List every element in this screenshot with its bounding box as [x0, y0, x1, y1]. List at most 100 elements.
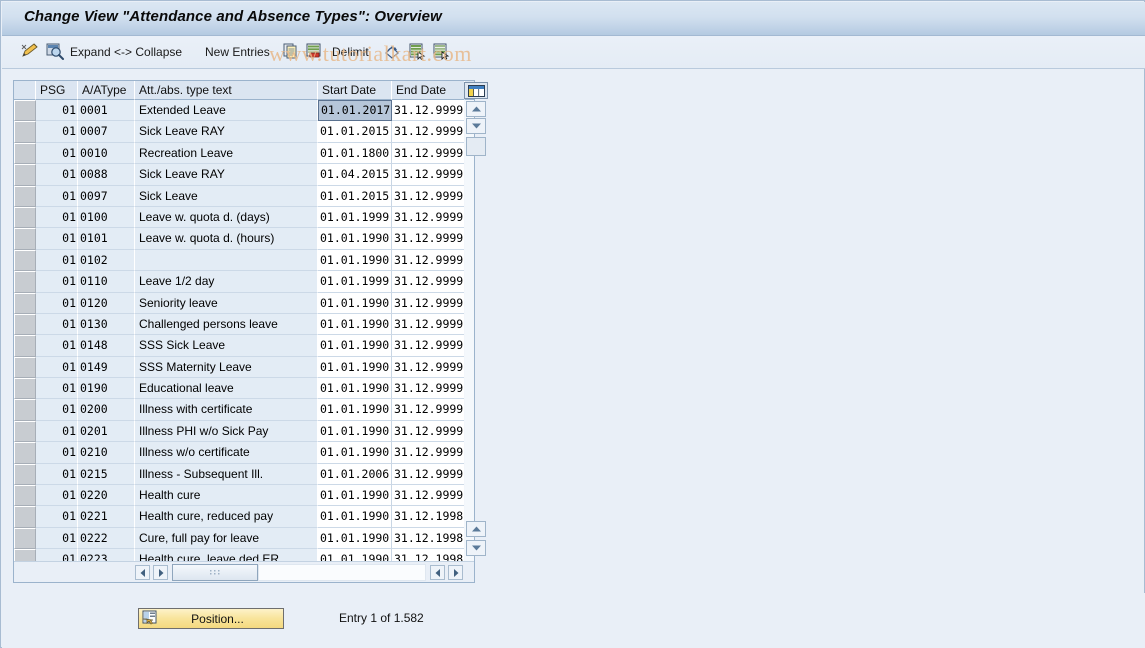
- cell-type-text[interactable]: Cure, full pay for leave: [135, 527, 318, 550]
- cell-start-date[interactable]: 01.01.2017: [318, 100, 392, 122]
- row-select-button[interactable]: [14, 206, 36, 229]
- cell-start-date[interactable]: 01.01.1990: [318, 399, 392, 421]
- cell-start-date[interactable]: 01.01.1800: [318, 142, 392, 165]
- column-header-psg[interactable]: PSG: [36, 81, 78, 100]
- table-row[interactable]: 01 0100 Leave w. quota d. (days) 01.01.1999…: [14, 206, 464, 229]
- cell-type-text[interactable]: Leave w. quota d. (days): [135, 206, 318, 229]
- cell-end-date[interactable]: 31.12.9999: [392, 378, 464, 400]
- table-row[interactable]: 01 0148 SSS Sick Leave 01.01.1990 31.12.9999: [14, 335, 464, 357]
- cell-type-text[interactable]: Extended Leave: [135, 100, 318, 122]
- cell-start-date[interactable]: 01.01.1990: [318, 249, 392, 272]
- cell-end-date[interactable]: 31.12.9999: [392, 313, 464, 336]
- cell-aatype[interactable]: 0120: [78, 292, 135, 314]
- cell-aatype[interactable]: 0220: [78, 485, 135, 507]
- cell-psg[interactable]: 01: [36, 399, 78, 421]
- cell-aatype[interactable]: 0007: [78, 121, 135, 143]
- cell-end-date[interactable]: 31.12.9999: [392, 249, 464, 272]
- cell-end-date[interactable]: 31.12.9999: [392, 206, 464, 229]
- cell-aatype[interactable]: 0200: [78, 399, 135, 421]
- deselect-all-button[interactable]: [432, 41, 450, 63]
- cell-aatype[interactable]: 0130: [78, 313, 135, 336]
- cell-start-date[interactable]: 01.01.1990: [318, 506, 392, 528]
- cell-type-text[interactable]: Recreation Leave: [135, 142, 318, 165]
- scroll-up-button[interactable]: [466, 101, 486, 117]
- cell-end-date[interactable]: 31.12.9999: [392, 335, 464, 357]
- cell-end-date[interactable]: 31.12.9999: [392, 164, 464, 186]
- cell-end-date[interactable]: 31.12.1998: [392, 527, 464, 550]
- row-select-button[interactable]: [14, 185, 36, 207]
- cell-psg[interactable]: 01: [36, 356, 78, 379]
- table-row[interactable]: 01 0201 Illness PHI w/o Sick Pay 01.01.1990…: [14, 420, 464, 443]
- table-row[interactable]: 01 0221 Health cure, reduced pay 01.01.1990…: [14, 506, 464, 528]
- cell-start-date[interactable]: 01.01.1999: [318, 271, 392, 293]
- cell-end-date[interactable]: 31.12.9999: [392, 228, 464, 250]
- cell-type-text[interactable]: SSS Maternity Leave: [135, 356, 318, 379]
- row-select-button[interactable]: [14, 100, 36, 122]
- cell-aatype[interactable]: 0148: [78, 335, 135, 357]
- cell-start-date[interactable]: 01.01.1990: [318, 485, 392, 507]
- select-all-button[interactable]: [408, 41, 426, 63]
- scroll-down-button[interactable]: [466, 118, 486, 134]
- cell-aatype[interactable]: 0215: [78, 463, 135, 486]
- cell-type-text[interactable]: Health cure, reduced pay: [135, 506, 318, 528]
- cell-aatype[interactable]: 0190: [78, 378, 135, 400]
- scroll-page-down-button[interactable]: [466, 540, 486, 556]
- cell-end-date[interactable]: 31.12.9999: [392, 485, 464, 507]
- copy-as-button[interactable]: [282, 41, 300, 63]
- cell-aatype[interactable]: 0102: [78, 249, 135, 272]
- cell-type-text[interactable]: Sick Leave: [135, 185, 318, 207]
- cell-psg[interactable]: 01: [36, 335, 78, 357]
- cell-psg[interactable]: 01: [36, 378, 78, 400]
- cell-start-date[interactable]: 01.01.1999: [318, 206, 392, 229]
- table-row[interactable]: 01 0190 Educational leave 01.01.1990 31.12.9…: [14, 378, 464, 400]
- row-select-button[interactable]: [14, 399, 36, 421]
- cell-type-text[interactable]: SSS Sick Leave: [135, 335, 318, 357]
- row-select-button[interactable]: [14, 442, 36, 464]
- cell-aatype[interactable]: 0210: [78, 442, 135, 464]
- cell-end-date[interactable]: 31.12.9999: [392, 121, 464, 143]
- cell-aatype[interactable]: 0100: [78, 206, 135, 229]
- cell-start-date[interactable]: 01.01.2015: [318, 121, 392, 143]
- cell-psg[interactable]: 01: [36, 271, 78, 293]
- cell-start-date[interactable]: 01.04.2015: [318, 164, 392, 186]
- cell-type-text[interactable]: [135, 249, 318, 272]
- cell-psg[interactable]: 01: [36, 228, 78, 250]
- cell-type-text[interactable]: Seniority leave: [135, 292, 318, 314]
- table-row[interactable]: 01 0215 Illness - Subsequent Ill. 01.01.200…: [14, 463, 464, 486]
- cell-type-text[interactable]: Illness - Subsequent Ill.: [135, 463, 318, 486]
- cell-start-date[interactable]: 01.01.1990: [318, 313, 392, 336]
- table-row[interactable]: 01 0007 Sick Leave RAY 01.01.2015 31.12.9999: [14, 121, 464, 143]
- vertical-scroll-thumb[interactable]: [466, 137, 486, 156]
- cell-psg[interactable]: 01: [36, 420, 78, 443]
- cell-type-text[interactable]: Challenged persons leave: [135, 313, 318, 336]
- cell-end-date[interactable]: 31.12.9999: [392, 142, 464, 165]
- cell-aatype[interactable]: 0221: [78, 506, 135, 528]
- horizontal-scroll-thumb[interactable]: [172, 564, 258, 581]
- cell-end-date[interactable]: 31.12.9999: [392, 185, 464, 207]
- cell-aatype[interactable]: 0149: [78, 356, 135, 379]
- column-header-aatype[interactable]: A/AType: [78, 81, 135, 100]
- row-select-button[interactable]: [14, 485, 36, 507]
- cell-start-date[interactable]: 01.01.1990: [318, 420, 392, 443]
- cell-psg[interactable]: 01: [36, 185, 78, 207]
- table-row[interactable]: 01 0120 Seniority leave 01.01.1990 31.12.999…: [14, 292, 464, 314]
- cell-aatype[interactable]: 0088: [78, 164, 135, 186]
- cell-psg[interactable]: 01: [36, 313, 78, 336]
- cell-end-date[interactable]: 31.12.9999: [392, 442, 464, 464]
- table-row[interactable]: 01 0088 Sick Leave RAY 01.04.2015 31.12.9999: [14, 164, 464, 186]
- cell-start-date[interactable]: 01.01.1990: [318, 442, 392, 464]
- table-settings-icon[interactable]: [464, 82, 488, 99]
- cell-end-date[interactable]: 31.12.1998: [392, 506, 464, 528]
- cell-end-date[interactable]: 31.12.9999: [392, 463, 464, 486]
- display-entry-button[interactable]: [45, 41, 65, 63]
- cell-psg[interactable]: 01: [36, 164, 78, 186]
- position-button[interactable]: Position...: [138, 608, 284, 629]
- cell-psg[interactable]: 01: [36, 142, 78, 165]
- scroll-left-page-button[interactable]: [430, 565, 445, 580]
- cell-end-date[interactable]: 31.12.9999: [392, 399, 464, 421]
- row-select-button[interactable]: [14, 356, 36, 379]
- row-select-button[interactable]: [14, 121, 36, 143]
- cell-type-text[interactable]: Illness PHI w/o Sick Pay: [135, 420, 318, 443]
- cell-psg[interactable]: 01: [36, 121, 78, 143]
- cell-psg[interactable]: 01: [36, 100, 78, 122]
